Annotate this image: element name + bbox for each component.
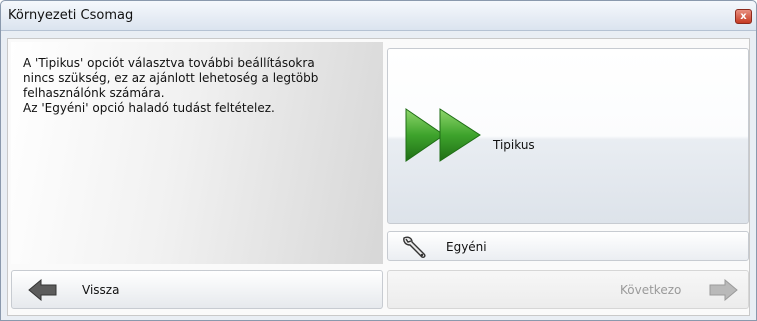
close-button[interactable]: x [735,9,752,24]
wrench-icon [403,236,426,258]
back-label: Vissza [82,283,120,297]
installer-window: Környezeti Csomag x A 'Tipikus' opciót v… [0,0,757,321]
arrow-right-icon [709,279,738,301]
next-button[interactable]: Következo [387,270,749,309]
arrow-left-icon [28,279,57,301]
content-panel: A 'Tipikus' opciót választva további beá… [7,38,750,316]
next-label: Következo [620,283,682,297]
close-icon: x [740,11,747,22]
title-bar[interactable]: Környezeti Csomag x [1,1,756,31]
egyeni-label: Egyéni [446,240,487,254]
tipikus-option-button[interactable]: Tipikus [387,48,749,224]
fast-forward-icon [405,108,481,162]
window-title: Környezeti Csomag [8,8,134,23]
description-text: A 'Tipikus' opciót választva további beá… [23,56,319,115]
egyeni-option-button[interactable]: Egyéni [387,231,749,261]
tipikus-label: Tipikus [493,138,535,152]
description-panel: A 'Tipikus' opciót választva további beá… [11,42,383,264]
back-button[interactable]: Vissza [11,270,383,309]
